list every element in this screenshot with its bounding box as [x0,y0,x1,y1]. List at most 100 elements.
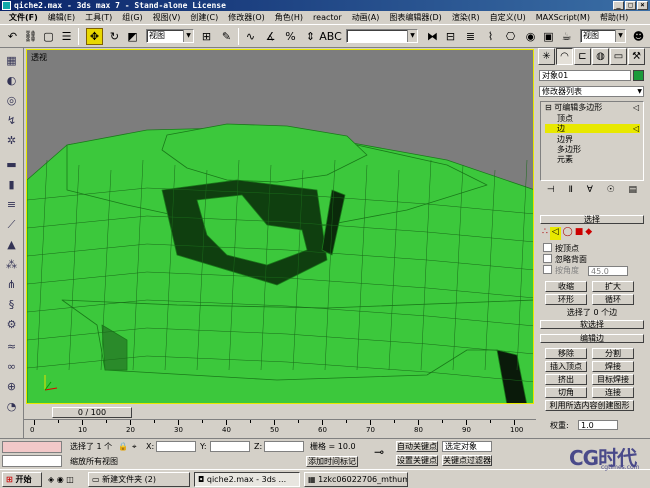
reference-coord-dropdown[interactable]: 视图 ▼ [146,29,194,43]
select-link-icon[interactable]: ⛓ [22,28,39,45]
configure-sets-icon[interactable]: ▤ [629,185,638,199]
create-shape-button[interactable]: 利用所选内容创建图形 [545,400,634,411]
menu-item-13[interactable]: MAXScript(M) [531,11,595,24]
pivot-icon[interactable]: ⊞ [198,28,215,45]
angle-snap-icon[interactable]: ∡ [262,28,279,45]
select-by-name-icon[interactable]: ☰ [58,28,75,45]
stack-root[interactable]: ⊟ 可编辑多边形 ◁ [545,103,639,112]
shrink-button[interactable]: 收缩 [545,281,587,292]
menu-item-11[interactable]: 渲染(R) [447,11,485,24]
y-field[interactable] [210,441,250,452]
time-slider-thumb[interactable]: 0 / 100 [52,407,132,418]
stack-item-border[interactable]: 边界 [557,135,573,144]
menu-item-4[interactable]: 视图(V) [148,11,186,24]
stack-item-element[interactable]: 元素 [557,155,573,164]
quicklaunch-icons[interactable]: ◈ ◉ ◫ [48,474,74,485]
percent-snap-icon[interactable]: % [282,28,299,45]
schematic-icon[interactable]: ⎔ [502,28,519,45]
abs-mode-icon[interactable]: ⌖ [132,441,137,452]
loop-button[interactable]: 循环 [592,294,634,305]
gear-icon[interactable]: ⚙ [3,316,20,333]
stack-item-edge[interactable]: 边 ◁ [545,124,640,133]
timeline-ruler[interactable]: 0 10 20 30 40 50 60 70 80 90 100 [24,419,536,437]
polygon-mode-icon[interactable]: ■ [575,227,584,240]
menu-item-6[interactable]: 修改器(O) [223,11,270,24]
remove-modifier-icon[interactable]: ☉ [607,185,615,199]
render-last-icon[interactable]: ☻ [630,28,647,45]
show-end-result-icon[interactable]: Ⅱ [569,185,573,199]
menu-item-1[interactable]: 编辑(E) [43,11,80,24]
maxscript-listener[interactable] [2,441,62,453]
menu-item-0[interactable]: 文件(F) [4,11,43,24]
border-mode-icon[interactable]: ◯ [563,227,573,240]
display-tab-icon[interactable]: ▭ [610,48,627,65]
mirror-icon[interactable]: ⧓ [424,28,441,45]
x-field[interactable] [156,441,196,452]
quick-render-icon[interactable]: ☕ [558,28,575,45]
rotate-icon[interactable]: ↻ [106,28,123,45]
plane-icon[interactable]: ▬ [3,156,20,173]
menu-item-12[interactable]: 自定义(U) [485,11,531,24]
named-selection-dropdown[interactable]: ▼ [346,29,418,43]
cone-icon[interactable]: ▲ [3,236,20,253]
selected-objects-dropdown[interactable]: 选定对象 [442,441,492,452]
ring-button[interactable]: 环形 [545,294,587,305]
remove-button[interactable]: 移除 [545,348,587,359]
wave-icon[interactable]: ≈ [3,338,20,355]
spinner-snap-icon[interactable]: ⇕ [302,28,319,45]
auto-key-button[interactable]: 自动关键点 [396,441,438,452]
time-slider[interactable]: 0 / 100 [24,406,536,419]
scale-icon[interactable]: ◩ [124,28,141,45]
dial-icon[interactable]: ◔ [3,398,20,415]
ignore-backface-checkbox[interactable]: 忽略背面 [543,254,587,265]
material-editor-icon[interactable]: ◉ [522,28,539,45]
curve-editor-icon[interactable]: ⌇ [482,28,499,45]
bone-icon[interactable]: ⟋ [3,216,20,233]
menu-item-14[interactable]: 帮助(H) [595,11,633,24]
selection-rollout-header[interactable]: 选择 [540,215,644,224]
utilities-tab-icon[interactable]: ⚒ [628,48,645,65]
modifier-stack[interactable]: ⊟ 可编辑多边形 ◁ 顶点 边 ◁ 边界 多边形 元素 [540,101,644,181]
task-3dsmax[interactable]: ◘ qiche2.max - 3ds ... [194,472,300,487]
edit-edges-rollout-header[interactable]: 编辑边 [540,334,644,343]
maxscript-input[interactable] [2,455,62,467]
stack-icon[interactable]: ≡ [3,196,20,213]
insert-vertex-button[interactable]: 插入顶点 [545,361,587,372]
snap-icon[interactable]: ∿ [242,28,259,45]
task-folder[interactable]: ▭ 新建文件夹 (2) [88,472,190,487]
manipulate-icon[interactable]: ✎ [218,28,235,45]
torus-icon[interactable]: ◎ [3,92,20,109]
target-icon[interactable]: ⊕ [3,378,20,395]
add-time-tag-button[interactable]: 添加时间标记 [306,456,358,467]
extrude-button[interactable]: 挤出 [545,374,587,385]
key-icon[interactable]: ⊸ [374,446,384,458]
close-button[interactable]: × [637,1,648,10]
split-button[interactable]: 分割 [592,348,634,359]
connect-button[interactable]: 连接 [592,387,634,398]
weight-field[interactable]: 1.0 [578,420,618,430]
modifier-list-dropdown[interactable]: 修改器列表 ▼ [539,86,644,97]
menu-item-9[interactable]: 动画(A) [347,11,385,24]
render-type-dropdown[interactable]: 视图 ▼ [580,29,626,43]
box-icon[interactable]: ▦ [3,52,20,69]
particle-icon[interactable]: ⁂ [3,256,20,273]
menu-item-10[interactable]: 图表编辑器(D) [384,11,446,24]
layer-icon[interactable]: ≣ [462,28,479,45]
move-icon[interactable]: ✥ [86,28,103,45]
cylinder-icon[interactable]: ▮ [3,176,20,193]
lock-icon[interactable]: 🔒 [118,441,128,452]
sphere-icon[interactable]: ◐ [3,72,20,89]
pin-stack-icon[interactable]: ⊣ [547,185,555,199]
object-color-swatch[interactable] [633,70,644,81]
bend-icon[interactable]: ↯ [3,112,20,129]
chamfer-button[interactable]: 切角 [545,387,587,398]
task-image[interactable]: ▦ 1zkc06022706_mthumb... [304,472,408,487]
angle-field[interactable]: 45.0 [588,266,628,276]
by-angle-checkbox[interactable]: 按角度 [543,265,579,276]
object-name-field[interactable]: 对象01 [539,70,631,81]
render-scene-icon[interactable]: ▣ [540,28,557,45]
key-filters-button[interactable]: 关键点过滤器 [442,455,492,466]
menu-item-5[interactable]: 创建(C) [185,11,223,24]
named-selection-icon[interactable]: ABC [319,28,342,45]
target-weld-button[interactable]: 目标焊接 [592,374,634,385]
